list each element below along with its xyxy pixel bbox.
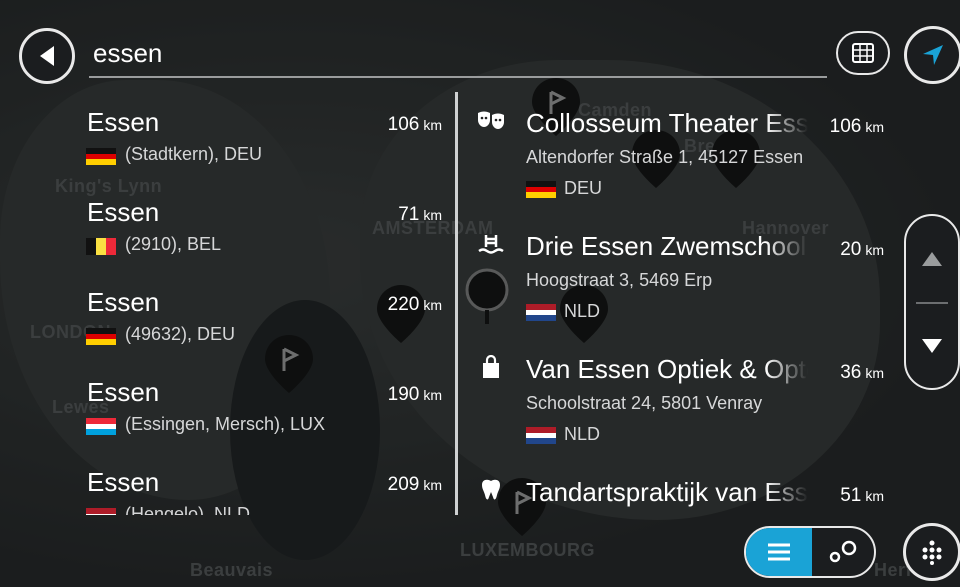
poi-name: Van Essen Optiek & Optometrie bbox=[526, 354, 808, 384]
route-pins-icon bbox=[829, 540, 857, 563]
result-name: Essen bbox=[87, 287, 160, 317]
distance-value: 36 bbox=[840, 362, 862, 383]
distance-value: 106 bbox=[387, 114, 420, 135]
swimming-pool-icon bbox=[476, 229, 506, 259]
dots-grid-icon bbox=[922, 540, 942, 565]
navigation-arrow-icon bbox=[923, 45, 943, 65]
poi-address: Schoolstraat 24, 5801 Venray bbox=[526, 393, 763, 413]
poi-row[interactable]: Collosseum Theater Essen 106 km Altendorfer… bbox=[476, 92, 888, 215]
map-view-button[interactable] bbox=[812, 528, 874, 576]
poi-address: Hoogstraat 3, 5469 Erp bbox=[526, 270, 713, 290]
distance-unit: km bbox=[423, 207, 442, 223]
current-location-button[interactable] bbox=[904, 26, 960, 84]
back-arrow-icon bbox=[40, 46, 54, 66]
scroll-controls bbox=[904, 214, 960, 390]
result-name: Essen bbox=[87, 467, 160, 497]
flag-nld-icon bbox=[86, 508, 116, 515]
poi-distance: 20 km bbox=[840, 239, 884, 261]
column-divider bbox=[455, 92, 458, 515]
result-detail: (2910), BEL bbox=[125, 234, 222, 254]
place-results-list: Essen 106 km (Stadtkern), DEU Essen 71 km (2910… bbox=[86, 92, 450, 515]
poi-distance: 51 km bbox=[840, 485, 884, 507]
distance-unit: km bbox=[865, 365, 884, 381]
result-distance: 190 km bbox=[388, 384, 442, 406]
poi-country: DEU bbox=[564, 178, 603, 198]
result-row[interactable]: Essen 209 km (Hengelo), NLD bbox=[86, 452, 450, 515]
distance-value: 20 bbox=[840, 239, 862, 260]
theater-masks-icon bbox=[476, 106, 506, 136]
show-map-button[interactable] bbox=[836, 31, 890, 75]
poi-name: Collosseum Theater Essen bbox=[526, 108, 808, 138]
back-button[interactable] bbox=[19, 28, 75, 84]
poi-results-list: Collosseum Theater Essen 106 km Altendorfer… bbox=[476, 92, 888, 515]
result-detail: (Hengelo), NLD bbox=[125, 504, 251, 515]
result-row[interactable]: Essen 106 km (Stadtkern), DEU bbox=[86, 92, 450, 182]
poi-name: Drie Essen Zwemschool bbox=[526, 231, 807, 261]
poi-distance: 106 km bbox=[830, 116, 884, 138]
map-grid-icon bbox=[852, 43, 874, 63]
chevron-up-icon bbox=[922, 252, 942, 266]
distance-value: 209 bbox=[387, 474, 420, 495]
flag-deu-icon bbox=[526, 181, 556, 198]
distance-value: 220 bbox=[387, 294, 420, 315]
flag-deu-icon bbox=[86, 148, 116, 165]
scroll-up-button[interactable] bbox=[906, 216, 958, 302]
result-name: Essen bbox=[87, 107, 160, 137]
flag-nld-icon bbox=[526, 427, 556, 444]
flag-deu-icon bbox=[86, 328, 116, 345]
distance-unit: km bbox=[423, 477, 442, 493]
flag-bel-icon bbox=[86, 238, 116, 255]
scroll-down-button[interactable] bbox=[906, 304, 958, 388]
result-name: Essen bbox=[87, 197, 160, 227]
poi-row[interactable]: Drie Essen Zwemschool 20 km Hoogstraat 3, 5… bbox=[476, 215, 888, 338]
poi-row[interactable]: Van Essen Optiek & Optometrie 36km Schools… bbox=[476, 338, 888, 461]
list-view-button[interactable] bbox=[746, 528, 812, 576]
search-input[interactable] bbox=[89, 30, 827, 78]
result-row[interactable]: Essen 220 km (49632), DEU bbox=[86, 272, 450, 362]
poi-country: NLD bbox=[564, 301, 601, 321]
distance-unit: km bbox=[865, 488, 884, 504]
result-name: Essen bbox=[87, 377, 160, 407]
chevron-down-icon bbox=[922, 339, 942, 353]
distance-value: 106 bbox=[829, 116, 862, 137]
tooth-icon bbox=[476, 475, 506, 505]
result-distance: 209 km bbox=[388, 474, 442, 496]
shopping-bag-icon bbox=[476, 352, 506, 382]
result-detail: (Essingen, Mersch), LUX bbox=[125, 414, 326, 434]
poi-name: Tandartspraktijk van Essen bbox=[526, 477, 808, 507]
flag-lux-icon bbox=[86, 418, 116, 435]
result-detail: (Stadtkern), DEU bbox=[125, 144, 263, 164]
poi-distance: 36 km bbox=[840, 362, 884, 384]
distance-unit: km bbox=[423, 297, 442, 313]
result-detail: (49632), DEU bbox=[125, 324, 236, 344]
result-distance: 220 km bbox=[388, 294, 442, 316]
result-row[interactable]: Essen 190 km (Essingen, Mersch), LUX bbox=[86, 362, 450, 452]
view-toggle bbox=[744, 526, 876, 578]
distance-unit: km bbox=[865, 242, 884, 258]
result-distance: 106 km bbox=[388, 114, 442, 136]
distance-value: 190 bbox=[387, 384, 420, 405]
distance-value: 51 bbox=[840, 485, 862, 506]
distance-unit: km bbox=[423, 387, 442, 403]
poi-row[interactable]: Tandartspraktijk van Essen 51 km bbox=[476, 461, 888, 515]
flag-nld-icon bbox=[526, 304, 556, 321]
distance-value: 71 bbox=[398, 204, 420, 225]
poi-country: NLD bbox=[564, 424, 601, 444]
main-menu-button[interactable] bbox=[903, 523, 960, 581]
result-distance: 71 km bbox=[398, 204, 442, 226]
list-icon bbox=[768, 543, 790, 561]
distance-unit: km bbox=[423, 117, 442, 133]
distance-unit: km bbox=[865, 119, 884, 135]
result-row[interactable]: Essen 71 km (2910), BEL bbox=[86, 182, 450, 272]
poi-address: Altendorfer Straße 1, 45127 Essen bbox=[526, 147, 804, 167]
